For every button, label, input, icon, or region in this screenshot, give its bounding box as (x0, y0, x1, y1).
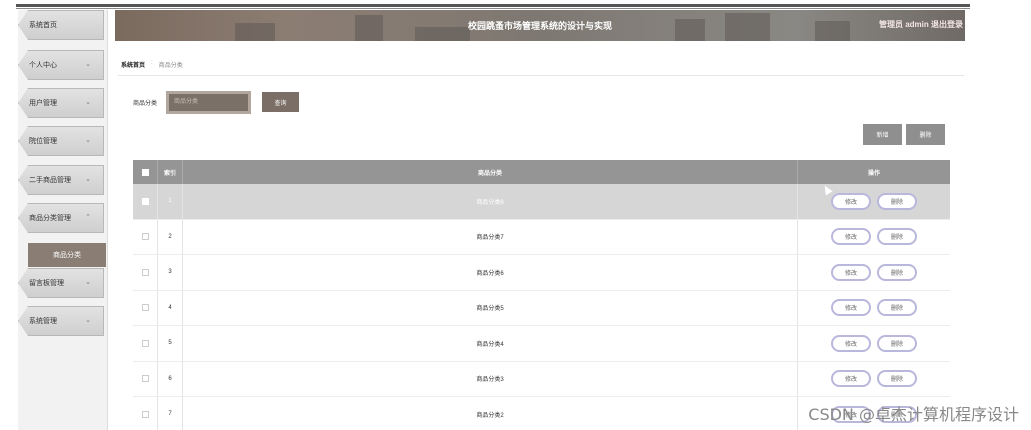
delete-button[interactable]: 删除 (877, 192, 917, 210)
header-banner: 校园跳蚤市场管理系统的设计与实现 管理员 admin 退出登录 (115, 10, 965, 41)
select-all-checkbox[interactable] (141, 168, 149, 176)
top-border-thin (16, 8, 970, 9)
table-row[interactable]: 3 商品分类6 修改 删除 (133, 255, 950, 291)
edit-button[interactable]: 修改 (831, 370, 871, 388)
delete-button[interactable]: 删除 (877, 299, 917, 317)
table-row[interactable]: 5 商品分类4 修改 删除 (133, 326, 950, 362)
delete-button[interactable]: 删除 (877, 228, 917, 246)
sidebar-item-label: 留言板管理 (29, 280, 64, 287)
sidebar-item-courtyard[interactable]: 院位管理 ⌄ (18, 126, 104, 156)
sidebar-item-label: 二手商品管理 (29, 177, 71, 184)
edit-button[interactable]: 修改 (831, 299, 871, 317)
header-op: 操作 (867, 170, 880, 177)
breadcrumb: 系统首页 : 商品分类 (121, 60, 183, 69)
submenu-label: 商品分类 (53, 252, 81, 259)
edit-button[interactable]: 修改 (831, 228, 871, 246)
row-checkbox[interactable] (141, 268, 149, 276)
row-name: 商品分类2 (183, 397, 798, 430)
breadcrumb-separator: : (151, 60, 153, 66)
add-button[interactable]: 新增 (863, 124, 902, 145)
page-title: 校园跳蚤市场管理系统的设计与实现 (467, 21, 612, 31)
sidebar-item-label: 系统管理 (29, 318, 57, 325)
chevron-down-icon: ⌄ (85, 99, 91, 106)
sidebar-item-label: 用户管理 (29, 100, 57, 107)
row-index: 4 (158, 290, 183, 325)
chevron-down-icon: ⌄ (85, 61, 91, 68)
sidebar-item-message-board[interactable]: 留言板管理 ⌄ (18, 268, 104, 298)
row-name: 商品分类3 (183, 361, 798, 396)
row-name: 商品分类5 (183, 290, 798, 325)
row-index: 5 (158, 326, 183, 361)
chevron-down-icon: ⌄ (85, 176, 91, 183)
category-table: 索引 商品分类 操作 1 商品分类8 修改 删除 2 商品分类7 修改 删除 3… (133, 160, 950, 430)
watermark: CSDN @卓杰计算机程序设计 (808, 405, 1019, 424)
row-name: 商品分类4 (183, 326, 798, 361)
row-index: 2 (158, 219, 183, 254)
top-border (16, 4, 970, 7)
row-checkbox[interactable] (141, 410, 149, 418)
search-placeholder: 商品分类 (174, 99, 199, 105)
sidebar-item-label: 商品分类管理 (29, 215, 71, 222)
header-name: 商品分类 (183, 160, 798, 184)
sidebar-item-label: 系统首页 (29, 22, 57, 29)
sidebar-item-system[interactable]: 系统管理 ⌄ (18, 306, 104, 336)
divider (118, 75, 964, 76)
breadcrumb-current: 商品分类 (158, 63, 183, 69)
edit-button[interactable]: 修改 (831, 334, 871, 352)
row-name: 商品分类6 (183, 255, 798, 290)
search-label: 商品分类 (133, 101, 158, 107)
header-checkbox-cell (133, 160, 158, 184)
row-index: 1 (158, 184, 183, 219)
breadcrumb-home[interactable]: 系统首页 (121, 60, 145, 69)
delete-button[interactable]: 删除 (877, 263, 917, 281)
row-index: 6 (158, 361, 183, 396)
sidebar-item-home[interactable]: 系统首页 (18, 10, 104, 40)
row-checkbox[interactable] (141, 304, 149, 312)
user-logout-link[interactable]: 管理员 admin 退出登录 (879, 19, 963, 30)
row-checkbox[interactable] (141, 375, 149, 383)
search-input[interactable]: 商品分类 (166, 91, 251, 114)
query-button[interactable]: 查询 (262, 92, 299, 112)
edit-button[interactable]: 修改 (831, 192, 871, 210)
row-checkbox[interactable] (141, 339, 149, 347)
sidebar-item-secondhand-goods[interactable]: 二手商品管理 ⌄ (18, 165, 104, 195)
table-header: 索引 商品分类 操作 (133, 160, 950, 184)
batch-delete-button[interactable]: 删除 (906, 124, 945, 145)
sidebar-item-personal-center[interactable]: 个人中心 ⌄ (18, 50, 104, 80)
delete-button[interactable]: 删除 (877, 370, 917, 388)
edit-button[interactable]: 修改 (831, 263, 871, 281)
row-index: 7 (158, 397, 183, 430)
table-row[interactable]: 2 商品分类7 修改 删除 (133, 219, 950, 255)
chevron-down-icon: ⌄ (85, 137, 91, 144)
sidebar: 系统首页 个人中心 ⌄ 用户管理 ⌄ 院位管理 ⌄ 二手商品管理 ⌄ 商品分类管… (18, 10, 108, 430)
row-checkbox[interactable] (141, 233, 149, 241)
row-checkbox[interactable] (141, 197, 149, 205)
sidebar-item-users[interactable]: 用户管理 ⌄ (18, 88, 104, 118)
header-index: 索引 (158, 160, 183, 184)
sidebar-item-label: 院位管理 (29, 138, 57, 145)
chevron-down-icon: ⌄ (85, 317, 91, 324)
chevron-down-icon: ⌄ (85, 279, 91, 286)
sidebar-item-label: 个人中心 (29, 62, 57, 69)
table-row[interactable]: 4 商品分类5 修改 删除 (133, 290, 950, 326)
row-index: 3 (158, 255, 183, 290)
chevron-up-icon: ⌃ (85, 214, 91, 221)
row-name: 商品分类8 (183, 184, 798, 219)
submenu-item-category[interactable]: 商品分类 (28, 243, 106, 267)
row-name: 商品分类7 (183, 219, 798, 254)
delete-button[interactable]: 删除 (877, 334, 917, 352)
sidebar-item-category-management[interactable]: 商品分类管理 ⌃ (18, 203, 104, 233)
table-row[interactable]: 6 商品分类3 修改 删除 (133, 361, 950, 397)
